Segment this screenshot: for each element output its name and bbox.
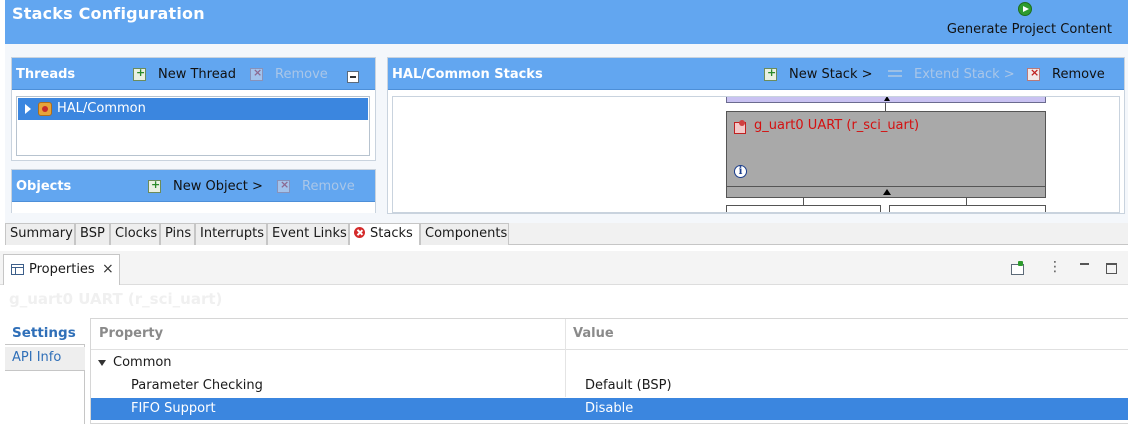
tab-stacks[interactable]: Stacks [349, 223, 420, 245]
remove-object-label: Remove [302, 178, 355, 194]
tab-interrupts[interactable]: Interrupts [195, 223, 267, 245]
remove-thread-label: Remove [275, 66, 328, 82]
extend-stack-label: Extend Stack > [914, 66, 1015, 82]
info-icon[interactable]: i [734, 165, 747, 178]
tree-item-hal-common[interactable]: HAL/Common [18, 98, 368, 120]
group-label: Common [113, 355, 172, 370]
thread-icon [38, 102, 52, 116]
collapse-arrow-icon[interactable] [884, 97, 890, 101]
objects-title: Objects [16, 179, 72, 194]
new-stack-label: New Stack > [789, 66, 873, 82]
add-icon [148, 178, 161, 193]
tab-components[interactable]: Components [420, 223, 509, 245]
threads-section: Threads New Thread Remove HAL/Common [11, 57, 376, 161]
module-label: g_uart0 UART (r_sci_uart) [754, 118, 920, 133]
remove-stack-button[interactable]: Remove [1027, 65, 1105, 83]
remove-thread-button[interactable]: Remove [250, 65, 328, 83]
expand-arrow-icon[interactable] [25, 104, 31, 114]
stacks-title: HAL/Common Stacks [392, 67, 543, 82]
properties-table: Property Value Common Parameter Checking… [90, 318, 1128, 424]
remove-icon [250, 66, 263, 81]
tab-event-links[interactable]: Event Links [267, 223, 349, 245]
column-header-value[interactable]: Value [565, 319, 1128, 350]
tab-pins[interactable]: Pins [160, 223, 195, 245]
error-icon [354, 227, 365, 238]
property-row-selected[interactable]: FIFO Support Disable [91, 398, 1128, 420]
properties-tab[interactable]: Properties × [3, 254, 120, 285]
property-row[interactable]: Parameter Checking Default (BSP) [91, 375, 1128, 397]
remove-icon [277, 178, 290, 193]
config-title: Stacks Configuration [12, 4, 205, 23]
tab-clocks[interactable]: Clocks [110, 223, 160, 245]
objects-bar: Objects New Object > Remove [12, 170, 375, 202]
remove-stack-label: Remove [1052, 66, 1105, 82]
collapse-icon [347, 71, 359, 83]
add-icon [133, 66, 146, 81]
threads-bar: Threads New Thread Remove [12, 58, 375, 90]
remove-icon [1027, 66, 1040, 81]
tab-stacks-label: Stacks [370, 226, 413, 241]
extend-stack-button[interactable]: Extend Stack > [888, 65, 1015, 83]
parent-stack-block[interactable] [726, 97, 1046, 103]
module-icon [733, 120, 747, 134]
side-tab-settings[interactable]: Settings [5, 322, 85, 345]
selected-element-label: g_uart0 UART (r_sci_uart) [9, 290, 223, 308]
extend-icon [888, 68, 902, 80]
dependency-slot[interactable] [726, 205, 881, 212]
generate-icon [1018, 2, 1032, 16]
pin-icon[interactable] [1009, 260, 1025, 276]
stacks-configuration-window: Stacks Configuration Generate Project Co… [0, 0, 1128, 424]
module-footer[interactable] [726, 187, 1046, 198]
property-value[interactable]: Default (BSP) [585, 378, 672, 393]
generate-project-content-button[interactable]: Generate Project Content [942, 2, 1112, 42]
selected-element-title: g_uart0 UART (r_sci_uart) [0, 286, 1128, 314]
config-header: Stacks Configuration Generate Project Co… [5, 0, 1128, 44]
remove-object-button[interactable]: Remove [277, 177, 355, 195]
new-object-button[interactable]: New Object > [148, 177, 263, 195]
properties-view-header: Properties × [0, 251, 1128, 285]
module-g-uart0[interactable]: g_uart0 UART (r_sci_uart) i [726, 111, 1046, 187]
minimize-icon[interactable] [1077, 260, 1093, 276]
stacks-canvas[interactable]: g_uart0 UART (r_sci_uart) i [392, 96, 1120, 213]
side-tab-api-info[interactable]: API Info [5, 347, 85, 371]
new-object-label: New Object > [173, 178, 263, 194]
maximize-icon[interactable] [1103, 260, 1119, 276]
stacks-section: HAL/Common Stacks New Stack > Extend Sta… [387, 57, 1125, 214]
dependency-connector [803, 198, 804, 205]
expander-icon[interactable] [98, 360, 106, 366]
stack-connector [885, 103, 886, 111]
new-thread-label: New Thread [158, 66, 236, 82]
property-name: FIFO Support [131, 401, 216, 416]
tab-summary[interactable]: Summary [5, 223, 75, 245]
group-row-common[interactable]: Common [91, 352, 1128, 374]
close-icon[interactable]: × [102, 261, 114, 277]
property-name: Parameter Checking [131, 378, 263, 393]
properties-tab-label: Properties [29, 262, 95, 277]
view-menu-icon[interactable] [1043, 259, 1062, 276]
tree-item-label: HAL/Common [57, 101, 146, 116]
property-value[interactable]: Disable [585, 401, 633, 416]
tab-bsp[interactable]: BSP [75, 223, 110, 245]
configuration-tabs: Summary BSP Clocks Pins Interrupts Event… [5, 223, 1128, 245]
properties-side-tabs: Settings API Info [5, 322, 85, 424]
add-icon [764, 66, 777, 81]
dependency-slot[interactable] [889, 205, 1046, 212]
new-thread-button[interactable]: New Thread [133, 65, 236, 83]
properties-icon [11, 264, 24, 275]
dependency-connector [966, 198, 967, 205]
collapse-arrow-icon[interactable] [883, 189, 891, 195]
collapse-threads-button[interactable] [347, 68, 359, 86]
stacks-bar: HAL/Common Stacks New Stack > Extend Sta… [388, 58, 1124, 90]
objects-section: Objects New Object > Remove [11, 169, 376, 213]
column-header-property[interactable]: Property [91, 319, 565, 350]
new-stack-button[interactable]: New Stack > [764, 65, 873, 83]
threads-title: Threads [16, 67, 76, 82]
threads-tree: HAL/Common [16, 96, 370, 156]
generate-label: Generate Project Content [946, 22, 1112, 37]
